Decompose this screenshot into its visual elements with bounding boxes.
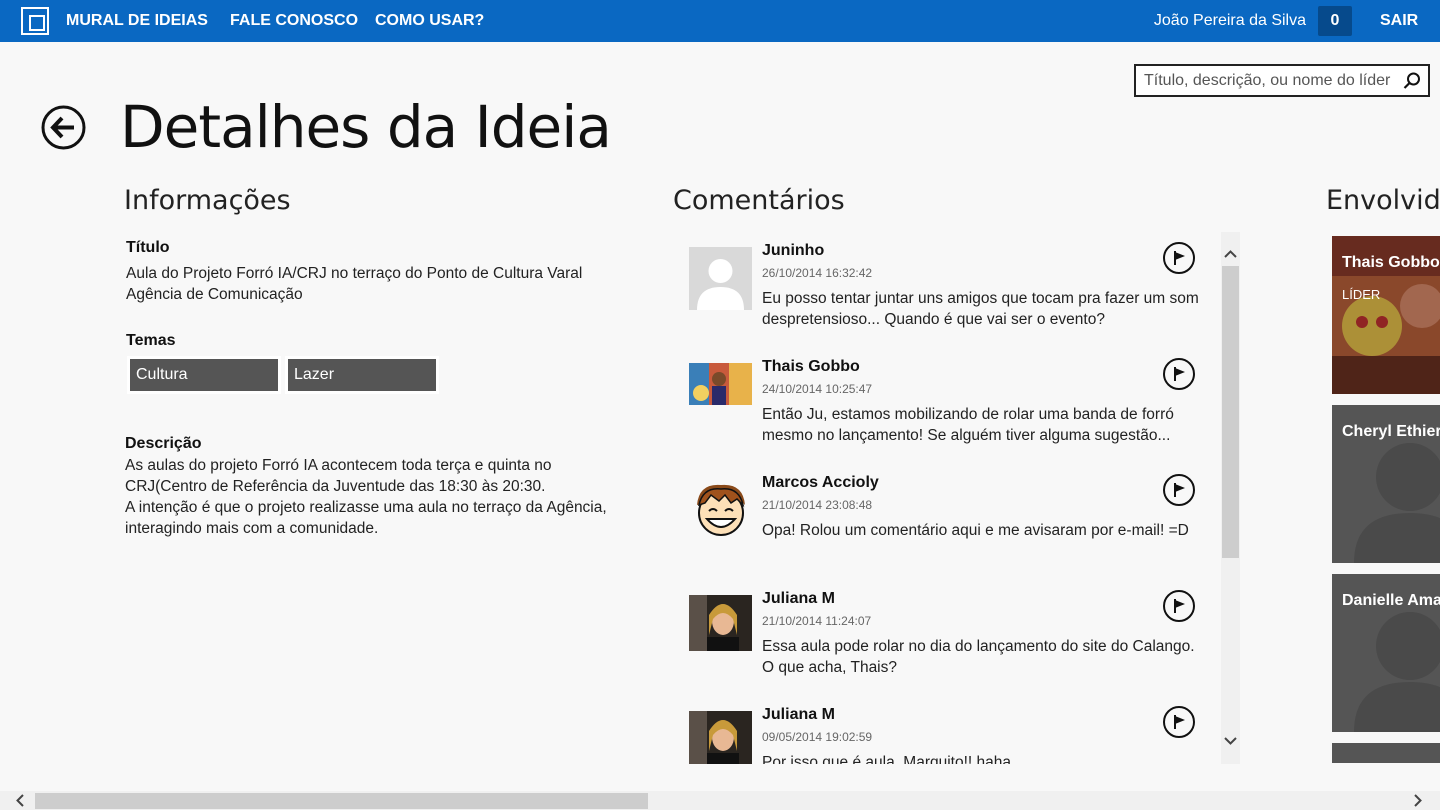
scroll-left-icon[interactable] [14,794,27,807]
comment-text: Então Ju, estamos mobilizando de rolar u… [762,406,1174,444]
theme-tag-lazer[interactable]: Lazer [285,356,439,394]
involved-role: LÍDER [1342,287,1381,302]
comment-text: Essa aula pode rolar no dia do lançament… [762,638,1195,676]
search-input[interactable] [1144,71,1399,91]
comments-heading: Comentários [673,185,845,216]
user-name[interactable]: João Pereira da Silva [1154,12,1306,30]
scroll-up-icon[interactable] [1224,248,1237,261]
default-avatar-icon [689,247,752,310]
nav-fale-conosco[interactable]: FALE CONOSCO [230,12,358,30]
description-text: As aulas do projeto Forró IA acontecem t… [125,455,625,539]
comment-date: 21/10/2014 23:08:48 [762,498,873,512]
description-line: interagindo mais com a comunidade. [125,520,379,537]
title-label: Título [126,239,170,256]
title-value: Aula do Projeto Forró IA/CRJ no terraço … [126,265,583,303]
nav-como-usar[interactable]: COMO USAR? [375,12,484,30]
description-line: CRJ(Centro de Referência da Juventude da… [125,478,546,495]
comments-scrollbar[interactable] [1221,232,1240,764]
photo-avatar-icon [689,595,752,651]
search-icon[interactable] [1402,71,1422,91]
comment-text: Opa! Rolou um comentário aqui e me avisa… [762,522,1189,539]
comments-list[interactable]: Juninho 26/10/2014 16:32:42 Eu posso ten… [689,232,1209,764]
page-title: Detalhes da Ideia [120,93,612,161]
comment-item: Thais Gobbo 24/10/2014 10:25:47 Então Ju… [689,348,1209,464]
flag-icon[interactable] [1163,706,1195,738]
info-heading: Informações [124,185,291,216]
involved-name: Cheryl Ethier [1342,423,1440,440]
scrollbar-thumb[interactable] [35,793,648,809]
involved-card[interactable]: Thais Gobbo LÍDER [1332,236,1440,394]
photo-avatar-icon [689,711,752,764]
comment-author[interactable]: Juliana M [762,706,835,724]
nav-mural-de-ideias[interactable]: MURAL DE IDEIAS [66,12,208,30]
back-arrow-icon[interactable] [41,105,86,150]
involved-card[interactable]: Danielle Amar [1332,574,1440,732]
flag-icon[interactable] [1163,358,1195,390]
flag-icon[interactable] [1163,590,1195,622]
notification-count-badge[interactable]: 0 [1318,6,1352,36]
scroll-right-icon[interactable] [1411,794,1424,807]
involved-heading: Envolvidos [1326,185,1440,216]
page-horizontal-scrollbar[interactable] [0,791,1440,810]
comment-author[interactable]: Juliana M [762,590,835,608]
comment-item: Juninho 26/10/2014 16:32:42 Eu posso ten… [689,232,1209,348]
comment-author[interactable]: Juninho [762,242,824,260]
comment-author[interactable]: Thais Gobbo [762,358,860,376]
comment-date: 26/10/2014 16:32:42 [762,266,873,280]
scroll-down-icon[interactable] [1224,734,1237,747]
logout-button[interactable]: SAIR [1380,12,1418,30]
involved-card[interactable]: Cheryl Ethier [1332,405,1440,563]
cartoon-avatar-icon [689,479,752,542]
involved-card[interactable] [1332,743,1440,763]
search-box [1134,64,1430,97]
comment-text: Eu posso tentar juntar uns amigos que to… [762,290,1199,328]
flag-icon[interactable] [1163,474,1195,506]
themes-label: Temas [126,332,176,349]
description-line: A intenção é que o projeto realizasse um… [125,499,607,516]
scrollbar-thumb[interactable] [1222,266,1239,558]
comment-text: Por isso que é aula, Marquito!! haha [762,754,1012,764]
comment-item: Marcos Accioly 21/10/2014 23:08:48 Opa! … [689,464,1209,580]
comment-date: 09/05/2014 19:02:59 [762,730,873,744]
comment-date: 21/10/2014 11:24:07 [762,614,872,628]
photo-avatar-icon [689,363,752,405]
description-label: Descrição [125,435,202,452]
comment-item: Juliana M 09/05/2014 19:02:59 Por isso q… [689,696,1209,764]
comment-author[interactable]: Marcos Accioly [762,474,879,492]
comment-date: 24/10/2014 10:25:47 [762,382,873,396]
involved-name: Thais Gobbo [1342,254,1440,271]
theme-tag-cultura[interactable]: Cultura [127,356,281,394]
involved-name: Danielle Amar [1342,592,1440,609]
description-line: As aulas do projeto Forró IA acontecem t… [125,457,552,474]
comment-item: Juliana M 21/10/2014 11:24:07 Essa aula … [689,580,1209,696]
top-bar: MURAL DE IDEIAS FALE CONOSCO COMO USAR? … [0,0,1440,42]
flag-icon[interactable] [1163,242,1195,274]
app-logo-icon[interactable] [21,7,49,35]
